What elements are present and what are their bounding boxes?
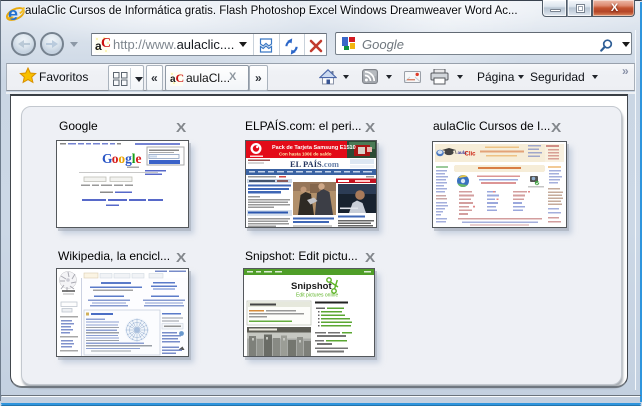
svg-text:Con hasta 100€ de saldo: Con hasta 100€ de saldo	[279, 152, 332, 157]
svg-text:Clic: Clic	[465, 152, 477, 158]
svg-text:e: e	[8, 4, 18, 23]
svg-text:EL PAÍS.com: EL PAÍS.com	[290, 159, 339, 169]
svg-text:Pack de Tarjeta Samsung E1510: Pack de Tarjeta Samsung E1510	[272, 145, 356, 151]
svg-text:e: e	[136, 151, 142, 166]
svg-text:Edit pictures online: Edit pictures online	[296, 293, 338, 299]
svg-text:Snipshot: Snipshot	[291, 281, 332, 292]
